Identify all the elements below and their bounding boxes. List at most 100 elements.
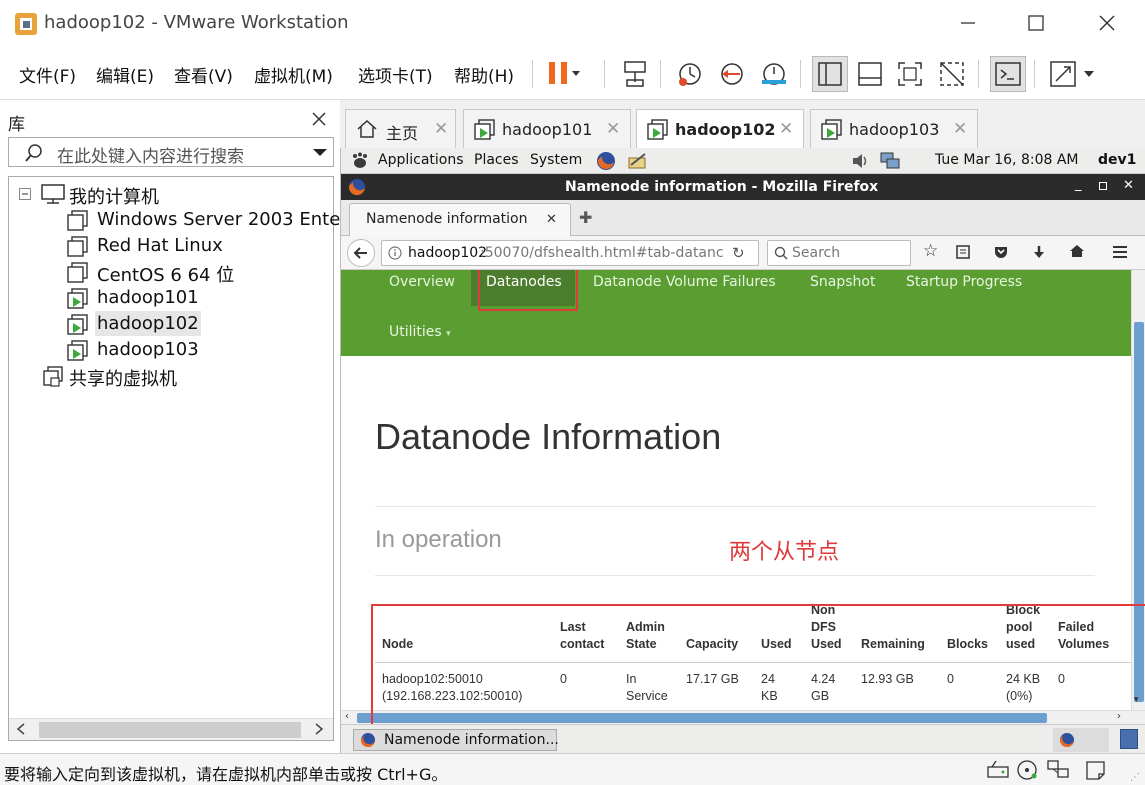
search-input[interactable]: Search: [767, 240, 911, 266]
scroll-left-icon[interactable]: [15, 722, 27, 736]
info-icon[interactable]: [388, 246, 402, 260]
guest-screen[interactable]: Applications Places System Tue Mar 16, 8…: [340, 148, 1145, 753]
vm-running-icon: [67, 314, 89, 336]
pause-icon[interactable]: [544, 56, 580, 92]
nav-overview[interactable]: Overview: [389, 274, 455, 290]
firefox-icon: [1059, 732, 1075, 748]
menu-vm[interactable]: 虚拟机(M): [254, 62, 333, 87]
search-icon: [23, 142, 45, 164]
taskbar-firefox-button[interactable]: Namenode information...: [353, 729, 559, 751]
download-icon[interactable]: [1031, 244, 1047, 260]
cd-drive-icon[interactable]: [1016, 759, 1040, 781]
nav-utilities[interactable]: Utilities ▾: [389, 324, 451, 340]
console-view-icon[interactable]: [990, 56, 1026, 92]
close-icon[interactable]: ✕: [546, 212, 557, 227]
page-title: Datanode Information: [375, 416, 722, 457]
ff-minimize-button[interactable]: _: [1075, 177, 1082, 192]
chevron-down-icon[interactable]: [313, 147, 327, 157]
stretch-guest-icon[interactable]: [1046, 56, 1100, 92]
clock[interactable]: Tue Mar 16, 8:08 AM: [935, 152, 1079, 168]
workspace-switcher-icon[interactable]: [1120, 729, 1138, 749]
shared-vm-icon: [43, 366, 65, 388]
menu-file[interactable]: 文件(F): [19, 62, 76, 87]
search-icon: [774, 246, 788, 260]
firefox-launcher-icon[interactable]: [596, 151, 616, 171]
divider: [375, 575, 1095, 576]
close-icon[interactable]: ✕: [434, 119, 448, 139]
menu-icon[interactable]: [1111, 244, 1129, 260]
ff-maximize-button[interactable]: [1099, 182, 1107, 190]
revert-snapshot-icon[interactable]: [714, 56, 750, 92]
url-path: :50070/dfshealth.html#tab-datanc: [480, 245, 724, 261]
pocket-icon[interactable]: [993, 244, 1009, 260]
scroll-left-icon[interactable]: ‹: [345, 711, 349, 722]
username[interactable]: dev1: [1098, 152, 1136, 168]
library-search-input[interactable]: 在此处键入内容进行搜索: [8, 137, 334, 167]
vm-off-icon: [67, 210, 89, 232]
tab-home[interactable]: 主页 ✕: [345, 109, 456, 148]
menu-view[interactable]: 查看(V): [174, 62, 233, 87]
nav-snapshot[interactable]: Snapshot: [810, 274, 875, 290]
firefox-tab[interactable]: Namenode information ✕: [349, 203, 571, 237]
scroll-right-icon[interactable]: [313, 722, 325, 736]
close-button[interactable]: [1096, 12, 1118, 34]
tab-hadoop103[interactable]: hadoop103 ✕: [810, 109, 978, 148]
home-icon: [356, 119, 378, 139]
menu-tabs[interactable]: 选项卡(T): [358, 62, 433, 87]
volume-icon[interactable]: [851, 152, 871, 170]
nav-volume-failures[interactable]: Datanode Volume Failures: [593, 274, 776, 290]
tree-item-vm[interactable]: hadoop101: [97, 287, 199, 308]
tab-hadoop101[interactable]: hadoop101 ✕: [463, 109, 631, 148]
tree-item-vm[interactable]: Windows Server 2003 Enter: [97, 209, 348, 230]
scroll-thumb[interactable]: [39, 722, 301, 738]
close-icon[interactable]: ✕: [606, 119, 620, 139]
hard-disk-icon[interactable]: [986, 759, 1010, 781]
tree-item-my-computer[interactable]: 我的计算机: [69, 183, 159, 209]
tree-item-vm[interactable]: Red Hat Linux: [97, 235, 223, 256]
message-icon[interactable]: [1084, 759, 1108, 781]
tree-item-shared[interactable]: 共享的虚拟机: [69, 365, 177, 391]
collapse-icon[interactable]: [19, 188, 31, 200]
resize-grip-icon[interactable]: ⋰: [1130, 772, 1140, 783]
snapshot-icon[interactable]: [672, 56, 708, 92]
nav-startup-progress[interactable]: Startup Progress: [906, 274, 1022, 290]
network-icon[interactable]: [879, 151, 901, 171]
window-titlebar: hadoop102 - VMware Workstation: [0, 0, 1145, 48]
applications-menu[interactable]: Applications: [378, 152, 464, 168]
snapshot-manager-icon[interactable]: [756, 56, 792, 92]
back-icon[interactable]: [347, 239, 375, 267]
editor-launcher-icon[interactable]: [627, 151, 649, 171]
menu-edit[interactable]: 编辑(E): [96, 62, 154, 87]
reload-icon[interactable]: ↻: [732, 244, 745, 262]
tab-hadoop102[interactable]: hadoop102 ✕: [636, 109, 804, 148]
firefox-window-title: Namenode information - Mozilla Firefox: [565, 179, 879, 195]
library-scrollbar[interactable]: [9, 718, 333, 740]
menu-help[interactable]: 帮助(H): [454, 62, 514, 87]
tree-item-vm-selected[interactable]: hadoop102: [95, 311, 201, 336]
ff-close-button[interactable]: ✕: [1123, 178, 1134, 193]
toolbar-separator: [1034, 60, 1035, 88]
taskbar-firefox-tray[interactable]: [1053, 728, 1109, 752]
thumbnail-bar-icon[interactable]: [852, 56, 888, 92]
bookmarks-library-icon[interactable]: [955, 244, 971, 260]
fullscreen-icon[interactable]: [892, 56, 928, 92]
minimize-button[interactable]: [958, 10, 978, 34]
tree-item-vm[interactable]: CentOS 6 64 位: [97, 261, 234, 287]
unity-icon[interactable]: [934, 56, 970, 92]
library-close-icon[interactable]: [310, 110, 328, 128]
url-bar[interactable]: hadoop102 :50070/dfshealth.html#tab-data…: [381, 240, 759, 266]
system-menu[interactable]: System: [530, 152, 582, 168]
places-menu[interactable]: Places: [474, 152, 519, 168]
maximize-button[interactable]: [1026, 12, 1046, 34]
tab-label: hadoop102: [675, 120, 776, 139]
bookmark-star-icon[interactable]: ☆: [923, 241, 938, 261]
home-icon[interactable]: [1069, 243, 1085, 259]
show-library-icon[interactable]: [812, 56, 848, 92]
network-adapter-icon[interactable]: [1046, 759, 1072, 781]
tree-item-vm[interactable]: hadoop103: [97, 339, 199, 360]
new-tab-icon[interactable]: ✚: [579, 208, 592, 227]
vm-off-icon: [67, 262, 89, 284]
close-icon[interactable]: ✕: [779, 119, 793, 139]
close-icon[interactable]: ✕: [953, 119, 967, 139]
send-ctrl-alt-del-icon[interactable]: [618, 56, 654, 92]
